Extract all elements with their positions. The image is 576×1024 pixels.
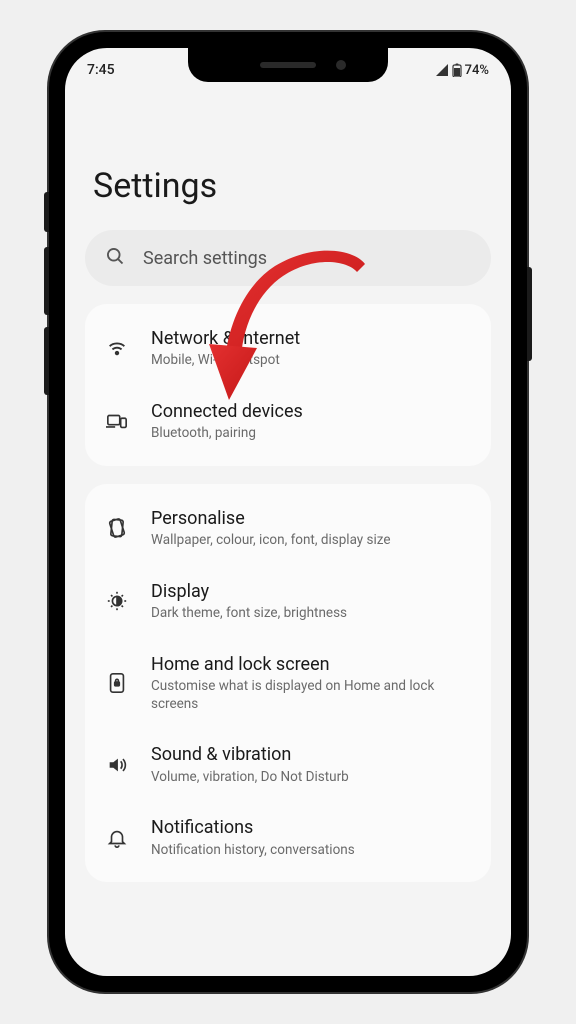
search-placeholder: Search settings [143, 248, 267, 269]
power-button [527, 267, 532, 361]
status-right: 74% [435, 63, 489, 78]
speaker [260, 62, 316, 68]
phone-frame: 7:45 74% Settings Search settings [49, 32, 527, 992]
bell-icon [105, 826, 129, 850]
item-title: Personalise [151, 507, 471, 530]
page-title: Settings [93, 166, 491, 206]
settings-item-sound[interactable]: Sound & vibration Volume, vibration, Do … [85, 728, 491, 801]
front-camera [336, 60, 346, 70]
item-text: Sound & vibration Volume, vibration, Do … [151, 743, 471, 786]
signal-icon [435, 64, 449, 76]
settings-group-connectivity: Network & Internet Mobile, Wi-Fi, hotspo… [85, 304, 491, 466]
item-sub: Mobile, Wi-Fi, hotspot [151, 352, 471, 370]
palette-icon [105, 516, 129, 540]
search-input[interactable]: Search settings [85, 230, 491, 286]
mute-switch [44, 192, 49, 232]
item-sub: Wallpaper, colour, icon, font, display s… [151, 532, 471, 550]
search-icon [105, 246, 125, 270]
notch [188, 48, 388, 82]
item-text: Notifications Notification history, conv… [151, 816, 471, 859]
item-sub: Dark theme, font size, brightness [151, 605, 471, 623]
screen: 7:45 74% Settings Search settings [65, 48, 511, 976]
content: Settings Search settings Network & Inter… [65, 84, 511, 976]
item-title: Network & Internet [151, 327, 471, 350]
item-text: Display Dark theme, font size, brightnes… [151, 580, 471, 623]
item-text: Network & Internet Mobile, Wi-Fi, hotspo… [151, 327, 471, 370]
item-sub: Bluetooth, pairing [151, 425, 471, 443]
wifi-icon [105, 336, 129, 360]
item-title: Sound & vibration [151, 743, 471, 766]
sound-icon [105, 753, 129, 777]
phone-lock-icon [105, 671, 129, 695]
settings-item-personalise[interactable]: Personalise Wallpaper, colour, icon, fon… [85, 492, 491, 565]
settings-item-notifications[interactable]: Notifications Notification history, conv… [85, 801, 491, 874]
item-sub: Notification history, conversations [151, 842, 471, 860]
settings-item-display[interactable]: Display Dark theme, font size, brightnes… [85, 565, 491, 638]
brightness-icon [105, 589, 129, 613]
item-text: Personalise Wallpaper, colour, icon, fon… [151, 507, 471, 550]
settings-item-network[interactable]: Network & Internet Mobile, Wi-Fi, hotspo… [85, 312, 491, 385]
item-title: Connected devices [151, 400, 471, 423]
item-sub: Customise what is displayed on Home and … [151, 678, 471, 713]
devices-icon [105, 409, 129, 433]
status-battery: 74% [465, 63, 489, 78]
settings-item-home-lock[interactable]: Home and lock screen Customise what is d… [85, 638, 491, 728]
item-title: Home and lock screen [151, 653, 471, 676]
item-sub: Volume, vibration, Do Not Disturb [151, 769, 471, 787]
settings-group-device: Personalise Wallpaper, colour, icon, fon… [85, 484, 491, 882]
item-text: Home and lock screen Customise what is d… [151, 653, 471, 713]
status-time: 7:45 [87, 62, 115, 78]
volume-down-button [44, 327, 49, 395]
settings-item-connected-devices[interactable]: Connected devices Bluetooth, pairing [85, 385, 491, 458]
item-text: Connected devices Bluetooth, pairing [151, 400, 471, 443]
battery-icon [452, 63, 462, 77]
item-title: Notifications [151, 816, 471, 839]
item-title: Display [151, 580, 471, 603]
volume-up-button [44, 247, 49, 315]
